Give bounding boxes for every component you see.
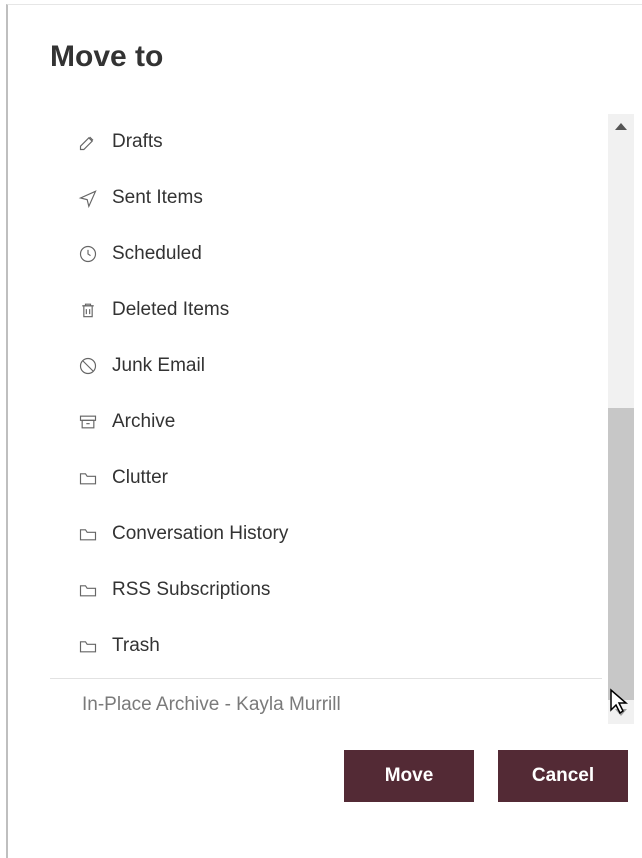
folder-item-sent[interactable]: Sent Items — [78, 170, 602, 226]
folder-label: Archive — [112, 411, 175, 433]
folder-label: Conversation History — [112, 523, 288, 545]
folder-item-archive[interactable]: Archive — [78, 394, 602, 450]
arrow-down-icon — [615, 709, 627, 716]
folder-icon — [78, 524, 98, 544]
folder-item-deleted[interactable]: Deleted Items — [78, 282, 602, 338]
folder-item-drafts[interactable]: Drafts — [78, 114, 602, 170]
folder-icon — [78, 580, 98, 600]
cancel-button[interactable]: Cancel — [498, 750, 628, 802]
clock-icon — [78, 244, 98, 264]
section-label: In-Place Archive - Kayla Murrill — [82, 694, 341, 716]
scroll-thumb[interactable] — [608, 408, 634, 700]
button-row: Move Cancel — [50, 750, 634, 802]
move-to-dialog: Move to Drafts Sent Items Scheduled — [6, 4, 642, 858]
trash-icon — [78, 300, 98, 320]
arrow-up-icon — [615, 123, 627, 130]
folder-label: Scheduled — [112, 243, 202, 265]
archive-icon — [78, 412, 98, 432]
folder-label: Drafts — [112, 131, 163, 153]
block-icon — [78, 356, 98, 376]
folder-item-trash[interactable]: Trash — [78, 618, 602, 674]
section-inplace-archive[interactable]: In-Place Archive - Kayla Murrill — [78, 679, 602, 724]
move-button[interactable]: Move — [344, 750, 474, 802]
scroll-track[interactable] — [608, 138, 634, 700]
folder-label: Sent Items — [112, 187, 203, 209]
folder-item-clutter[interactable]: Clutter — [78, 450, 602, 506]
folder-label: Trash — [112, 635, 160, 657]
folder-item-junk[interactable]: Junk Email — [78, 338, 602, 394]
folder-item-conversation-history[interactable]: Conversation History — [78, 506, 602, 562]
send-icon — [78, 188, 98, 208]
dialog-body: Drafts Sent Items Scheduled Deleted Item… — [50, 114, 634, 724]
scroll-up-button[interactable] — [608, 114, 634, 138]
dialog-title: Move to — [50, 40, 634, 74]
folder-icon — [78, 468, 98, 488]
folder-label: Deleted Items — [112, 299, 229, 321]
folder-item-scheduled[interactable]: Scheduled — [78, 226, 602, 282]
folder-list: Drafts Sent Items Scheduled Deleted Item… — [50, 114, 602, 724]
folder-icon — [78, 636, 98, 656]
folder-label: Clutter — [112, 467, 168, 489]
scrollbar[interactable] — [608, 114, 634, 724]
folder-item-rss[interactable]: RSS Subscriptions — [78, 562, 602, 618]
folder-label: RSS Subscriptions — [112, 579, 270, 601]
folder-label: Junk Email — [112, 355, 205, 377]
scroll-down-button[interactable] — [608, 700, 634, 724]
pencil-icon — [78, 132, 98, 152]
